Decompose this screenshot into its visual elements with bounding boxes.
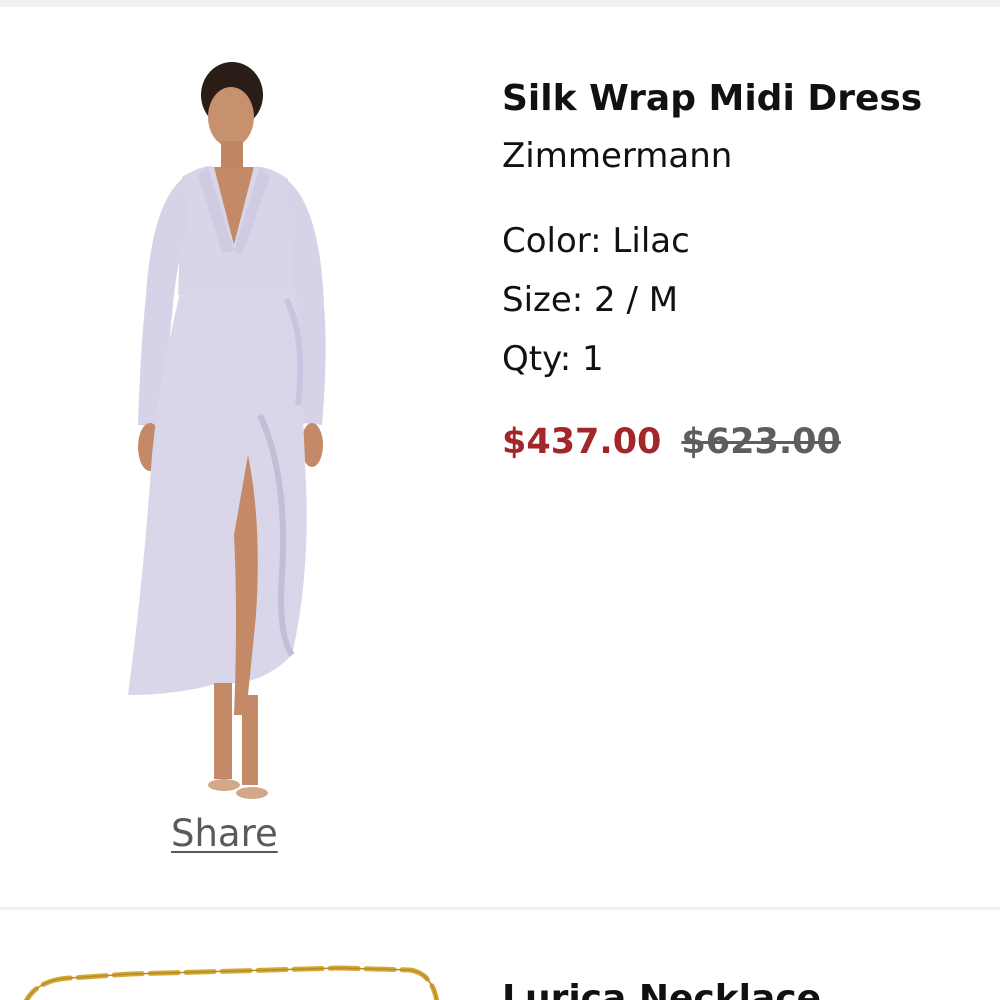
cart-item: Lurica Necklace — [0, 910, 1000, 1000]
cart-item: Share Silk Wrap Midi Dress Zimmermann Co… — [0, 7, 1000, 907]
original-price: $623.00 — [681, 422, 841, 462]
product-image-silk-wrap-dress[interactable] — [110, 55, 360, 815]
price-row: $437.00 $623.00 — [502, 422, 841, 462]
product-size: Size: 2 / M — [502, 280, 679, 320]
product-brand: Zimmermann — [502, 136, 733, 176]
product-title[interactable]: Silk Wrap Midi Dress — [502, 78, 922, 119]
product-image-lurica-necklace[interactable] — [10, 952, 450, 1000]
sale-price: $437.00 — [502, 422, 662, 462]
dress-photo — [128, 62, 326, 799]
share-link[interactable]: Share — [171, 812, 278, 855]
product-title[interactable]: Lurica Necklace — [502, 978, 821, 1000]
top-divider — [0, 0, 1000, 7]
product-color: Color: Lilac — [502, 221, 690, 261]
necklace-photo — [23, 965, 440, 1000]
product-quantity: Qty: 1 — [502, 339, 604, 379]
